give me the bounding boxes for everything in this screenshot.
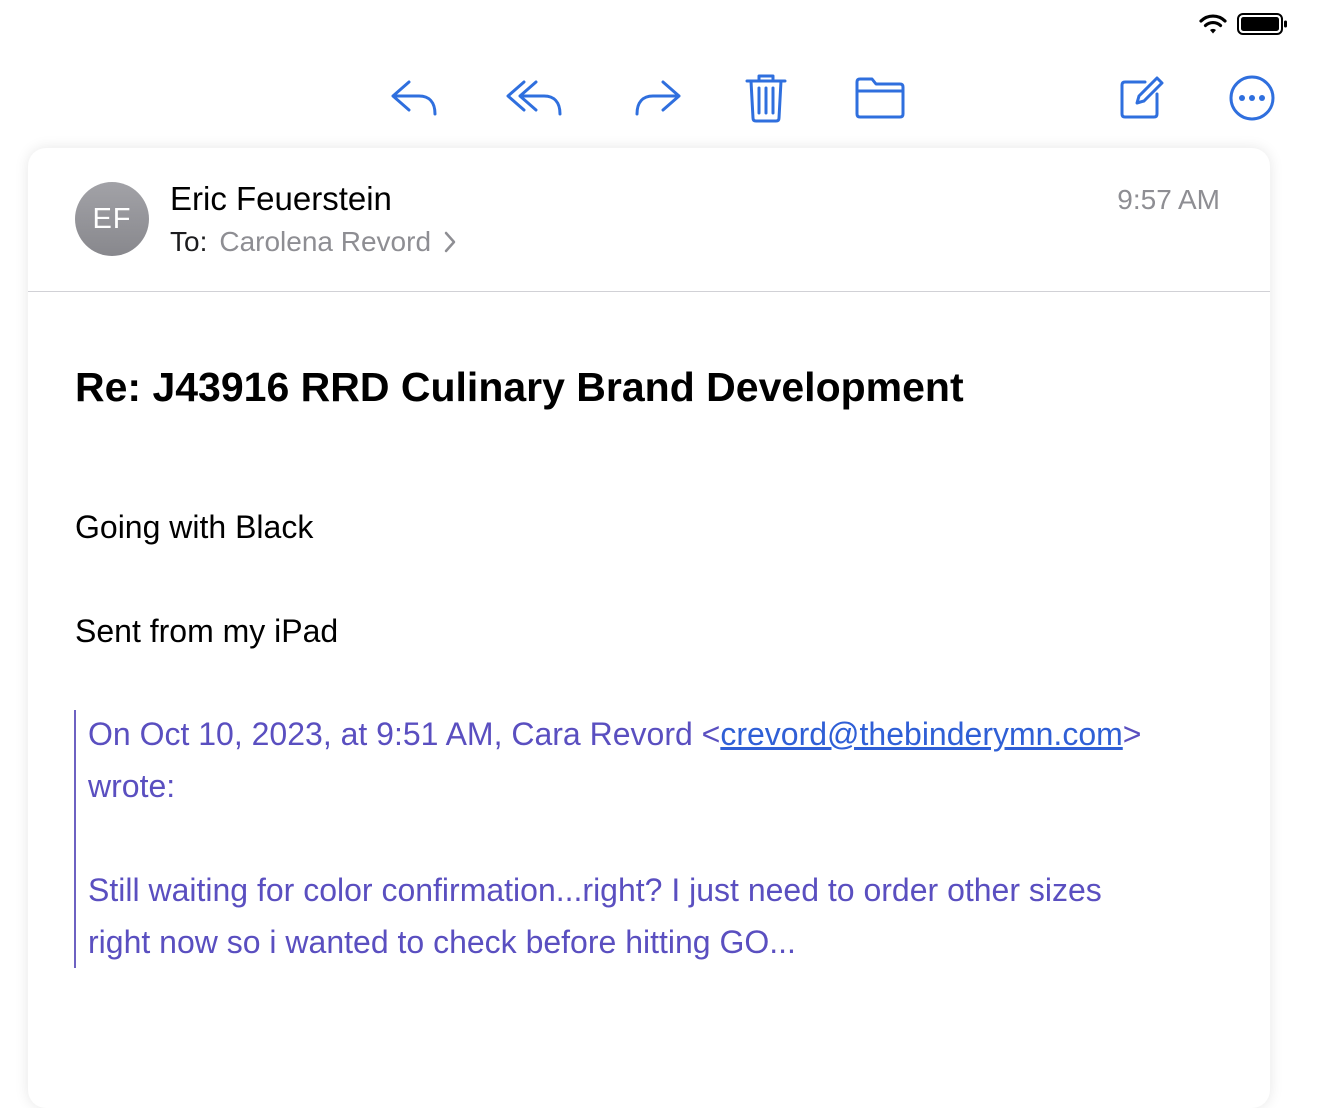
quote-intro-prefix: On Oct 10, 2023, at 9:51 AM, Cara Revord… xyxy=(88,716,721,752)
forward-button[interactable] xyxy=(630,72,684,124)
email-header: EF Eric Feuerstein To: Carolena Revord 9… xyxy=(28,148,1270,292)
to-label: To: xyxy=(170,226,208,257)
trash-button[interactable] xyxy=(742,72,790,124)
status-bar xyxy=(1199,10,1289,38)
body-line-2: Sent from my iPad xyxy=(75,613,339,649)
quote-intro: On Oct 10, 2023, at 9:51 AM, Cara Revord… xyxy=(88,716,1141,753)
recipient-row[interactable]: To: Carolena Revord xyxy=(170,226,457,258)
quoted-message: On Oct 10, 2023, at 9:51 AM, Cara Revord… xyxy=(74,710,1226,968)
battery-icon xyxy=(1237,13,1287,35)
reply-all-button[interactable] xyxy=(504,72,566,124)
trash-icon xyxy=(745,74,787,123)
compose-button[interactable] xyxy=(1116,72,1166,124)
folder-icon xyxy=(855,77,905,119)
move-to-folder-button[interactable] xyxy=(853,72,907,124)
more-icon xyxy=(1229,75,1275,121)
more-button[interactable] xyxy=(1226,72,1278,124)
quote-text-line-2: right now so i wanted to check before hi… xyxy=(88,924,796,960)
quote-wrote: wrote: xyxy=(88,768,176,804)
sender-name[interactable]: Eric Feuerstein xyxy=(170,180,392,218)
reply-icon xyxy=(391,80,437,116)
body-line-1: Going with Black xyxy=(75,509,314,545)
timestamp: 9:57 AM xyxy=(1117,184,1220,215)
forward-icon xyxy=(635,80,681,116)
quote-text-line-1: Still waiting for color confirmation...r… xyxy=(88,872,1102,908)
compose-icon xyxy=(1120,76,1164,119)
reply-button[interactable] xyxy=(388,72,442,124)
recipient-name[interactable]: Carolena Revord xyxy=(219,226,431,258)
reply-all-icon xyxy=(506,80,562,116)
avatar[interactable]: EF xyxy=(75,182,149,256)
email-link[interactable]: crevord@thebinderymn.com xyxy=(720,716,1122,752)
email-card: EF Eric Feuerstein To: Carolena Revord 9… xyxy=(28,148,1270,1108)
email-subject: Re: J43916 RRD Culinary Brand Developmen… xyxy=(75,364,964,410)
wifi-icon xyxy=(1199,14,1227,34)
quote-intro-suffix: > xyxy=(1122,716,1142,752)
chevron-right-icon xyxy=(444,231,456,253)
